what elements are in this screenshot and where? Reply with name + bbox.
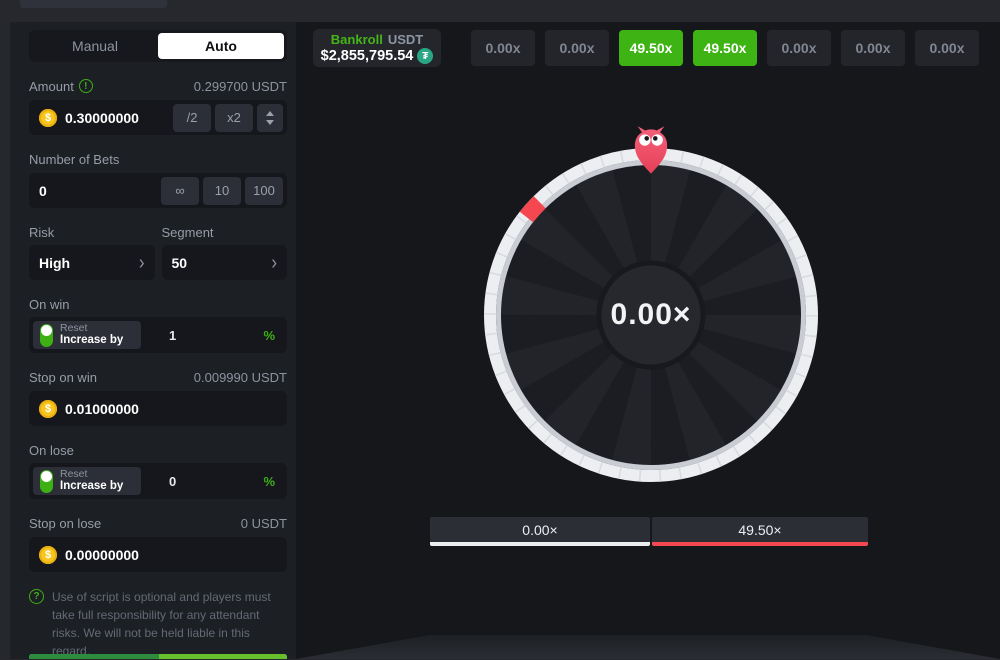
increase-by-option[interactable]: Increase by (60, 334, 123, 347)
bet-control-panel: Manual Auto Amount ! 0.299700 USDT $ 0.3… (10, 22, 296, 659)
on-lose-percent-input[interactable]: 0 (169, 474, 176, 489)
history-badge[interactable]: 0.00x (841, 30, 905, 66)
amount-stepper[interactable] (257, 104, 283, 132)
segment-column: Segment 50 › (162, 208, 288, 280)
game-area: Bankroll USDT $2,855,795.54 ₮ 0.00x 0.00… (296, 22, 1000, 659)
number-of-bets-field: 0 ∞ 10 100 (29, 173, 287, 208)
percent-sign: % (263, 328, 275, 343)
bankroll-currency: USDT (388, 32, 423, 47)
number-of-bets-label-row: Number of Bets (29, 152, 287, 166)
start-autobet-button[interactable] (29, 654, 287, 659)
on-lose-row: Reset Increase by 0 % (29, 463, 287, 499)
result-box-win[interactable]: 49.50× (652, 517, 868, 546)
toggle-switch-icon[interactable] (40, 324, 53, 347)
result-history: 0.00x 0.00x 49.50x 49.50x 0.00x 0.00x 0.… (471, 30, 979, 66)
percent-sign: % (263, 474, 275, 489)
chevron-right-icon: › (271, 252, 277, 272)
tab-manual[interactable]: Manual (32, 33, 158, 59)
risk-value: High (39, 255, 70, 271)
segment-select[interactable]: 50 › (162, 245, 288, 280)
half-bet-button[interactable]: /2 (173, 104, 211, 132)
stop-on-win-field: $ 0.01000000 (29, 391, 287, 426)
multiplier-results: 0.00× 49.50× (430, 517, 868, 546)
reset-option[interactable]: Reset (60, 322, 123, 334)
history-badge[interactable]: 0.00x (471, 30, 535, 66)
amount-field: $ 0.30000000 /2 x2 (29, 100, 287, 135)
history-badge[interactable]: 0.00x (545, 30, 609, 66)
start-button-left-half (29, 654, 159, 659)
info-icon[interactable]: ! (79, 79, 93, 93)
on-lose-toggle-labels: Reset Increase by (60, 468, 123, 493)
mode-tabs: Manual Auto (29, 30, 287, 62)
stop-on-win-label: Stop on win (29, 370, 97, 385)
result-box-lose[interactable]: 0.00× (430, 517, 650, 546)
on-win-percent-input[interactable]: 1 (169, 328, 176, 343)
on-lose-label: On lose (29, 443, 74, 458)
bankroll-label: Bankroll (331, 32, 383, 47)
bets-10-button[interactable]: 10 (203, 177, 241, 205)
risk-column: Risk High › (29, 208, 155, 280)
bets-100-button[interactable]: 100 (245, 177, 283, 205)
coin-icon: $ (39, 546, 57, 564)
bankroll-amount-row: $2,855,795.54 ₮ (321, 48, 434, 64)
stop-on-lose-input[interactable]: 0.00000000 (65, 547, 139, 563)
stop-on-lose-converted: 0 USDT (241, 516, 287, 531)
double-bet-button[interactable]: x2 (215, 104, 253, 132)
risk-segment-row: Risk High › Segment 50 › (29, 208, 287, 280)
amount-label-text: Amount (29, 79, 74, 94)
top-nav-tab[interactable] (20, 0, 167, 8)
segment-label: Segment (162, 225, 288, 239)
number-of-bets-input[interactable]: 0 (39, 183, 47, 199)
increase-by-option[interactable]: Increase by (60, 480, 123, 493)
amount-converted-value: 0.299700 USDT (194, 79, 287, 94)
tether-icon: ₮ (417, 48, 433, 64)
reset-option[interactable]: Reset (60, 468, 123, 480)
bankroll-header: Bankroll USDT (331, 32, 423, 47)
bankroll-amount: $2,855,795.54 (321, 48, 414, 64)
stop-on-lose-label: Stop on lose (29, 516, 101, 531)
current-multiplier: 0.00× (484, 148, 818, 482)
on-win-row: Reset Increase by 1 % (29, 317, 287, 353)
coin-icon: $ (39, 400, 57, 418)
start-button-right-half (159, 654, 287, 659)
tab-auto[interactable]: Auto (158, 33, 284, 59)
on-win-toggle[interactable]: Reset Increase by (33, 321, 141, 349)
owl-pointer-icon (632, 126, 670, 174)
on-win-label-row: On win (29, 297, 287, 311)
wheel: 0.00× (484, 148, 818, 482)
on-lose-toggle[interactable]: Reset Increase by (33, 467, 141, 495)
history-badge[interactable]: 49.50x (693, 30, 757, 66)
history-badge[interactable]: 49.50x (619, 30, 683, 66)
stop-on-lose-label-row: Stop on lose 0 USDT (29, 516, 287, 530)
coin-icon: $ (39, 109, 57, 127)
history-badge[interactable]: 0.00x (915, 30, 979, 66)
disclaimer-text: Use of script is optional and players mu… (52, 588, 273, 660)
bankroll-widget[interactable]: Bankroll USDT $2,855,795.54 ₮ (313, 29, 441, 67)
on-win-label: On win (29, 297, 69, 312)
toggle-switch-icon[interactable] (40, 470, 53, 493)
script-disclaimer: ? Use of script is optional and players … (29, 588, 287, 660)
amount-label-row: Amount ! 0.299700 USDT (29, 79, 287, 93)
chevron-right-icon: › (139, 252, 145, 272)
amount-input[interactable]: 0.30000000 (65, 110, 139, 126)
history-badge[interactable]: 0.00x (767, 30, 831, 66)
stop-on-win-converted: 0.009990 USDT (194, 370, 287, 385)
on-win-toggle-labels: Reset Increase by (60, 322, 123, 347)
number-of-bets-label: Number of Bets (29, 152, 119, 167)
bets-infinity-button[interactable]: ∞ (161, 177, 199, 205)
on-lose-label-row: On lose (29, 443, 287, 457)
stop-on-lose-field: $ 0.00000000 (29, 537, 287, 572)
floor-decoration (296, 635, 1000, 659)
amount-label: Amount ! (29, 79, 93, 94)
stop-on-win-label-row: Stop on win 0.009990 USDT (29, 370, 287, 384)
stepper-down-icon[interactable] (266, 120, 274, 125)
segment-value: 50 (172, 255, 188, 271)
question-icon: ? (29, 589, 44, 604)
stepper-up-icon[interactable] (266, 111, 274, 116)
risk-select[interactable]: High › (29, 245, 155, 280)
stop-on-win-input[interactable]: 0.01000000 (65, 401, 139, 417)
risk-label: Risk (29, 225, 155, 239)
